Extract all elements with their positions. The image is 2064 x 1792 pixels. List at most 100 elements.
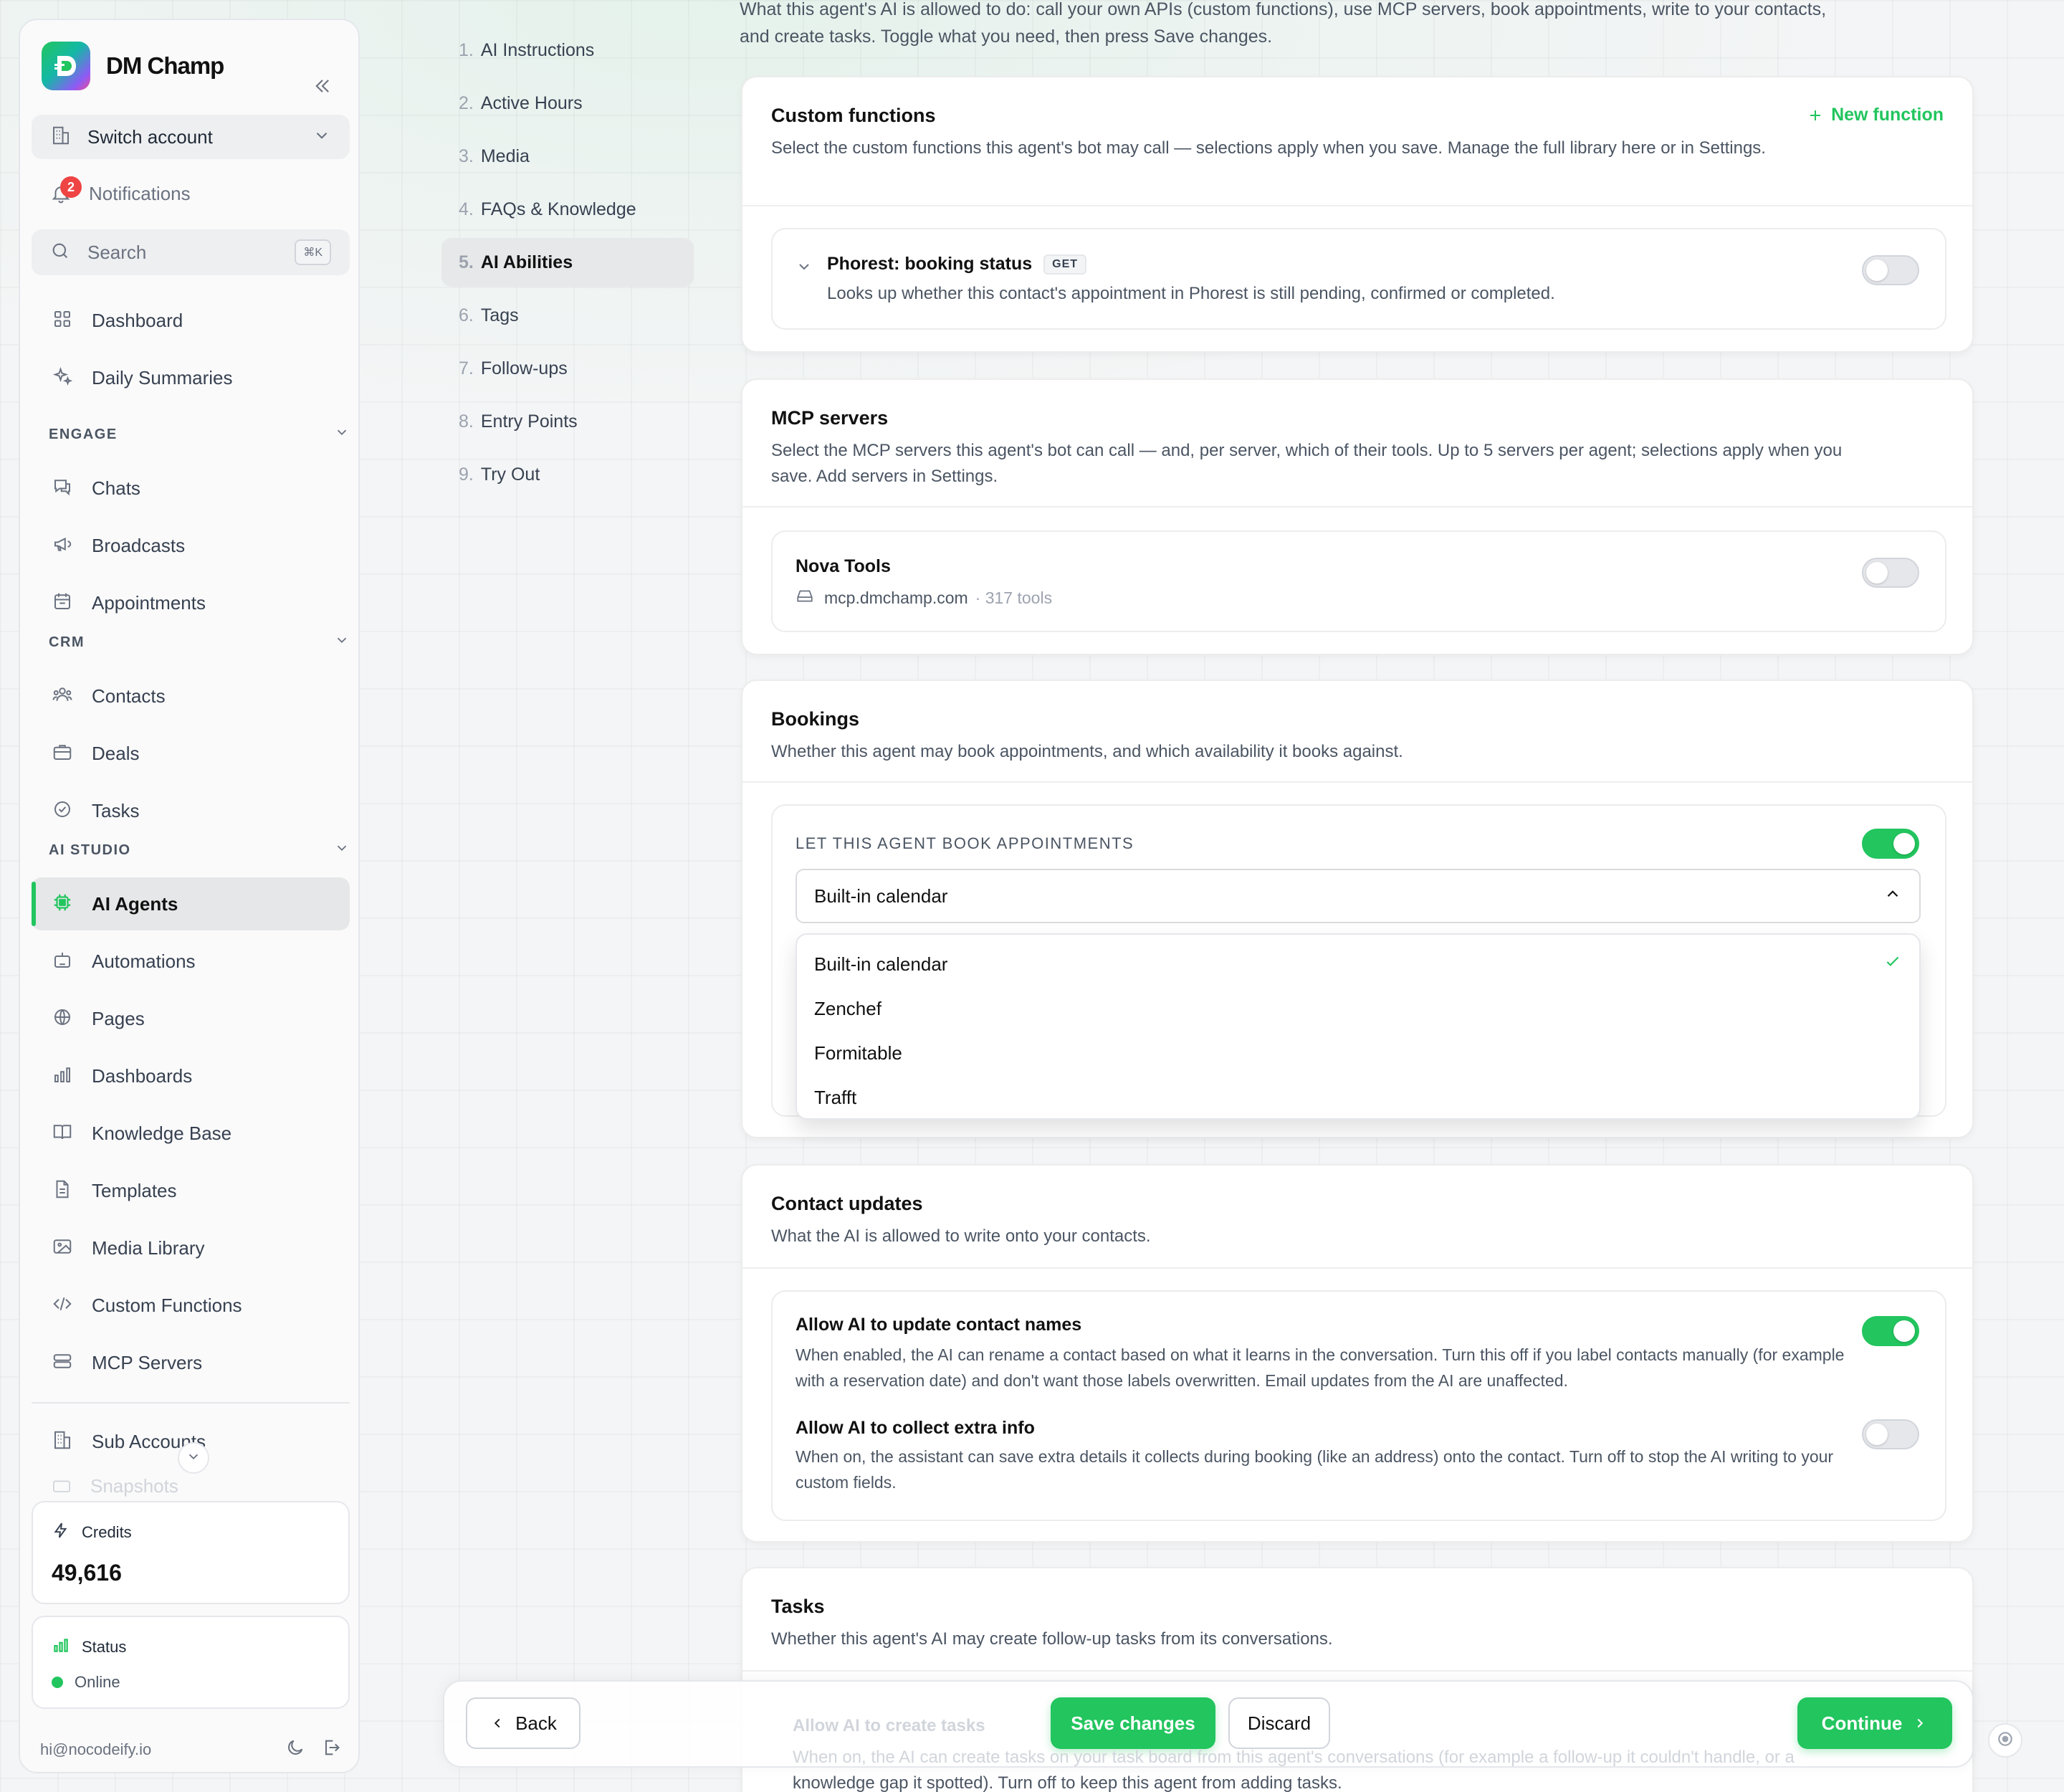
sidebar-item-contacts[interactable]: Contacts — [32, 669, 350, 723]
scroll-down-button[interactable] — [178, 1442, 209, 1474]
card-title: Bookings — [771, 708, 860, 730]
option-label: Built-in calendar — [814, 953, 948, 975]
sidebar-item-media-library[interactable]: Media Library — [32, 1221, 350, 1274]
mcp-server-toggle[interactable] — [1862, 558, 1919, 588]
calendar-option-built-in[interactable]: Built-in calendar — [797, 942, 1919, 986]
function-description: Looks up whether this contact's appointm… — [827, 284, 1555, 303]
brand-name: DM Champ — [106, 52, 224, 79]
booking-toggle-label: LET THIS AGENT BOOK APPOINTMENTS — [796, 834, 1134, 852]
booking-toggle[interactable] — [1862, 829, 1919, 859]
section-crm-header[interactable]: CRM — [49, 632, 350, 652]
sidebar-item-knowledge-base[interactable]: Knowledge Base — [32, 1107, 350, 1160]
function-toggle[interactable] — [1862, 255, 1919, 285]
sidebar-item-automations[interactable]: Automations — [32, 935, 350, 988]
new-function-button[interactable]: New function — [1807, 105, 1944, 125]
calendar-option-formitable[interactable]: Formitable — [797, 1031, 1919, 1075]
help-widget-button[interactable] — [1988, 1723, 2022, 1758]
step-label: FAQs & Knowledge — [480, 199, 636, 219]
step-entry-points[interactable]: 8. Entry Points — [441, 397, 694, 446]
collapse-sidebar-icon[interactable] — [308, 72, 337, 100]
building-icon — [50, 125, 72, 150]
bar-chart-icon — [52, 1064, 73, 1089]
step-number: 6. — [459, 305, 474, 325]
step-label: AI Abilities — [480, 252, 573, 272]
brand[interactable]: DM Champ — [42, 42, 224, 90]
step-number: 1. — [459, 39, 474, 60]
logo-icon — [42, 42, 90, 90]
step-label: Entry Points — [480, 411, 578, 432]
sidebar-item-dashboard[interactable]: Dashboard — [32, 294, 350, 347]
step-media[interactable]: 3. Media — [441, 132, 694, 181]
sidebar-item-label: Automations — [92, 950, 196, 972]
steps-nav: 1. AI Instructions 2. Active Hours 3. Media… — [441, 26, 694, 503]
collect-info-toggle[interactable] — [1862, 1419, 1919, 1449]
step-label: Tags — [480, 305, 519, 325]
sidebar-item-deals[interactable]: Deals — [32, 727, 350, 780]
step-label: AI Instructions — [480, 39, 595, 60]
step-try-out[interactable]: 9. Try Out — [441, 450, 694, 499]
step-ai-instructions[interactable]: 1. AI Instructions — [441, 26, 694, 75]
logout-icon[interactable] — [321, 1738, 341, 1762]
sidebar-item-custom-functions[interactable]: Custom Functions — [32, 1279, 350, 1332]
sidebar-item-dashboards[interactable]: Dashboards — [32, 1049, 350, 1102]
switch-account-button[interactable]: Switch account — [32, 115, 350, 159]
chip-icon — [52, 892, 73, 917]
search-input[interactable]: Search ⌘K — [32, 229, 350, 275]
step-active-hours[interactable]: 2. Active Hours — [441, 79, 694, 128]
calendar-option-trafft[interactable]: Trafft — [797, 1075, 1919, 1120]
chevron-down-icon[interactable] — [796, 258, 813, 279]
sidebar-item-label: Tasks — [92, 799, 140, 821]
mcp-server-item[interactable]: Nova Tools mcp.dmchamp.com · 317 tools — [771, 530, 1946, 632]
save-changes-button[interactable]: Save changes — [1051, 1697, 1215, 1749]
sidebar-item-appointments[interactable]: Appointments — [32, 576, 350, 629]
sidebar-item-label: Custom Functions — [92, 1294, 242, 1316]
sidebar-item-snapshots[interactable]: Snapshots — [52, 1475, 178, 1497]
continue-button[interactable]: Continue — [1797, 1697, 1952, 1749]
card-divider — [742, 506, 1972, 507]
document-icon — [52, 1178, 73, 1204]
function-item[interactable]: Phorest: booking status GET Looks up whet… — [771, 228, 1946, 330]
card-description: Whether this agent may book appointments… — [771, 742, 1403, 761]
image-icon — [52, 1236, 73, 1261]
sidebar-footer: hi@nocodeify.io — [40, 1738, 341, 1762]
back-button[interactable]: Back — [466, 1697, 580, 1749]
chevron-up-icon — [1883, 885, 1902, 908]
megaphone-icon — [52, 533, 73, 558]
robot-icon — [52, 949, 73, 974]
sidebar-item-pages[interactable]: Pages — [32, 992, 350, 1045]
sidebar-item-label: Chats — [92, 477, 140, 499]
calendar-dropdown: Built-in calendar Zenchef Formitable Tra… — [796, 933, 1921, 1120]
mcp-server-host: mcp.dmchamp.com — [824, 588, 968, 607]
sidebar-item-tasks[interactable]: Tasks — [32, 784, 350, 837]
credits-card: Credits 49,616 — [32, 1501, 350, 1604]
card-description: What the AI is allowed to write onto you… — [771, 1226, 1151, 1246]
calendar-select[interactable]: Built-in calendar — [796, 869, 1921, 923]
option-label: Zenchef — [814, 997, 882, 1019]
step-follow-ups[interactable]: 7. Follow-ups — [441, 344, 694, 393]
section-ai-studio-header[interactable]: AI STUDIO — [49, 840, 350, 860]
sidebar-item-ai-agents[interactable]: AI Agents — [32, 877, 350, 930]
step-ai-abilities[interactable]: 5. AI Abilities — [441, 238, 694, 287]
step-faqs-knowledge[interactable]: 4. FAQs & Knowledge — [441, 185, 694, 234]
calendar-option-zenchef[interactable]: Zenchef — [797, 986, 1919, 1031]
sidebar-item-daily-summaries[interactable]: Daily Summaries — [32, 351, 350, 404]
update-names-toggle[interactable] — [1862, 1316, 1919, 1346]
sidebar-item-broadcasts[interactable]: Broadcasts — [32, 519, 350, 572]
globe-icon — [52, 1006, 73, 1031]
sidebar-item-label: Pages — [92, 1007, 145, 1029]
chevron-down-icon — [312, 126, 331, 148]
step-tags[interactable]: 6. Tags — [441, 291, 694, 340]
sidebar-item-label: Knowledge Base — [92, 1122, 232, 1144]
section-title: AI STUDIO — [49, 842, 131, 858]
section-engage-header[interactable]: ENGAGE — [49, 424, 350, 444]
moon-icon[interactable] — [285, 1738, 305, 1762]
discard-button[interactable]: Discard — [1228, 1697, 1330, 1749]
tasks-setting-title: Allow AI to create tasks — [793, 1716, 985, 1735]
sidebar-item-chats[interactable]: Chats — [32, 462, 350, 515]
notifications-label: Notifications — [89, 182, 191, 204]
search-shortcut: ⌘K — [295, 239, 331, 265]
chevron-right-icon — [1917, 1718, 1924, 1728]
sidebar-item-mcp-servers[interactable]: MCP Servers — [32, 1336, 350, 1389]
sidebar-item-templates[interactable]: Templates — [32, 1164, 350, 1217]
notifications-button[interactable]: 2 Notifications — [32, 172, 350, 215]
